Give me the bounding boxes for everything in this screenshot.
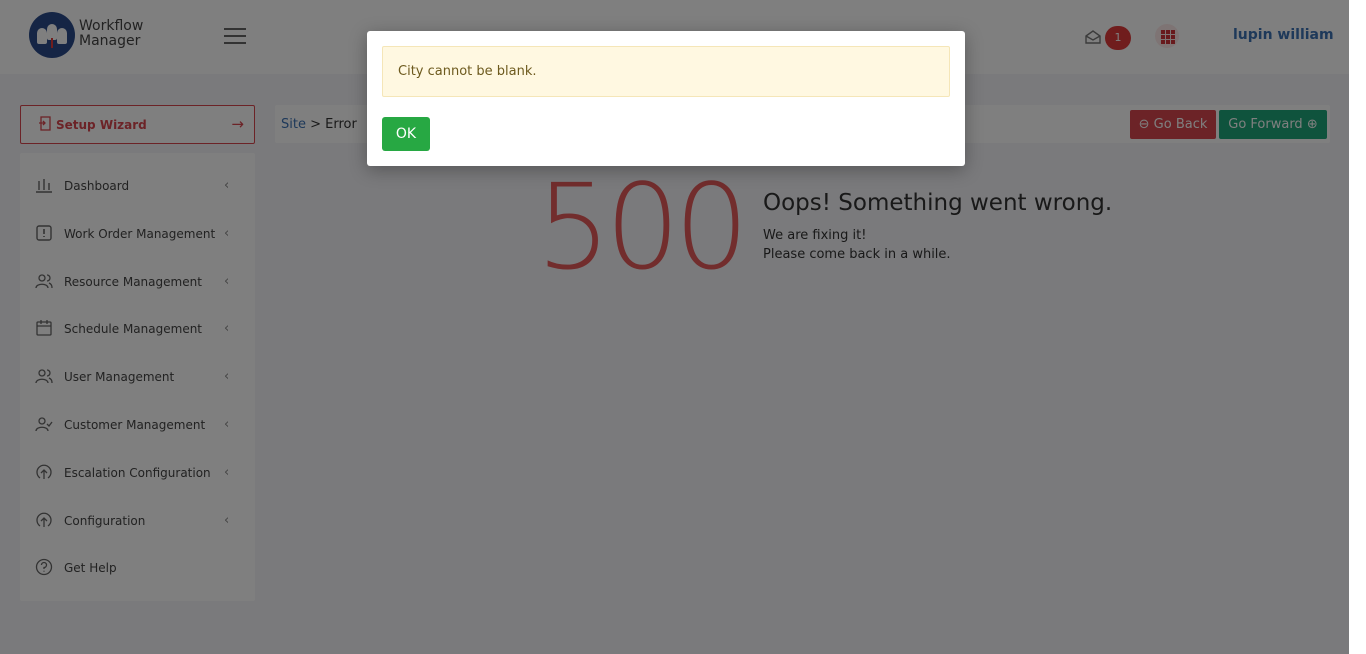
- ok-button[interactable]: OK: [382, 117, 430, 151]
- alert-dialog: City cannot be blank. OK: [367, 31, 965, 166]
- scrollbar-track[interactable]: [1349, 0, 1366, 654]
- alert-message: City cannot be blank.: [398, 64, 537, 79]
- warning-alert: City cannot be blank.: [382, 46, 950, 97]
